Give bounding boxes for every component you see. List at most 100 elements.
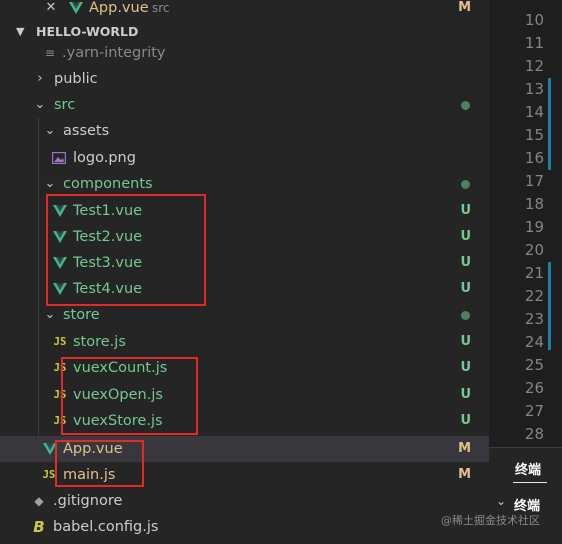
untracked-badge: U <box>460 360 471 375</box>
vue-icon <box>52 198 68 224</box>
tree-item-test3-vue[interactable]: Test3.vue U <box>0 250 489 276</box>
line-number: 11 <box>524 34 544 52</box>
file-label: App.vue <box>63 441 123 457</box>
open-editor-label: App.vue <box>89 0 149 16</box>
tree-item-main-js[interactable]: JS main.js M <box>0 462 489 488</box>
file-label: .gitignore <box>53 493 123 509</box>
line-number: 17 <box>524 172 544 190</box>
untracked-badge: U <box>460 281 471 296</box>
chevron-down-icon: ⌄ <box>34 97 46 112</box>
file-label: .yarn-integrity <box>62 45 166 61</box>
line-number: 12 <box>524 57 544 75</box>
js-icon: JS <box>53 362 67 374</box>
js-icon: JS <box>42 469 56 481</box>
line-number: 16 <box>524 149 544 167</box>
tree-item-test2-vue[interactable]: Test2.vue U <box>0 224 489 250</box>
untracked-badge: U <box>460 334 471 349</box>
file-label: Test1.vue <box>73 203 143 219</box>
editor-gutter: 10 11 12 13 14 15 16 17 18 19 20 21 22 23 24 25 26 27 28 <box>489 0 562 447</box>
file-label: store.js <box>73 334 126 350</box>
chevron-down-icon: ⌄ <box>44 307 56 322</box>
folder-label: assets <box>63 123 110 139</box>
folder-label: src <box>54 97 76 113</box>
tree-item-vuex-count-js[interactable]: JS vuexCount.js U <box>0 355 489 381</box>
line-number: 13 <box>524 80 544 98</box>
file-lines-icon: ≡ <box>44 46 56 60</box>
line-number: 22 <box>524 287 544 305</box>
file-label: vuexOpen.js <box>73 387 163 403</box>
vue-icon <box>52 250 68 276</box>
file-label: vuexCount.js <box>73 360 168 376</box>
chevron-down-icon: ⌄ <box>496 494 507 508</box>
modified-dot <box>461 311 470 320</box>
folder-label: store <box>63 307 100 323</box>
untracked-badge: U <box>460 203 471 218</box>
untracked-badge: U <box>460 229 471 244</box>
vue-icon <box>52 224 68 250</box>
vue-icon <box>52 276 68 302</box>
file-label: Test2.vue <box>73 229 143 245</box>
untracked-badge: U <box>460 413 471 428</box>
open-editor-app-vue[interactable]: ✕ App.vue src M <box>0 0 489 21</box>
tree-item-store[interactable]: ⌄ store <box>0 302 489 328</box>
line-number: 25 <box>524 356 544 374</box>
line-number: 19 <box>524 218 544 236</box>
modified-dot <box>461 180 470 189</box>
tree-item-public[interactable]: › public <box>0 66 489 92</box>
line-number: 24 <box>524 333 544 351</box>
tree-item-components[interactable]: ⌄ components <box>0 171 489 197</box>
chevron-down-icon: ⌄ <box>44 123 56 138</box>
js-icon: JS <box>53 336 67 348</box>
line-number: 21 <box>524 264 544 282</box>
tab-terminal[interactable]: 终端 <box>515 459 541 478</box>
line-number: 14 <box>524 103 544 121</box>
git-icon: ◆ <box>34 494 44 508</box>
untracked-badge: U <box>460 255 471 270</box>
file-label: main.js <box>63 467 116 483</box>
tree-item-babel-config-js[interactable]: B babel.config.js <box>0 514 489 540</box>
chevron-right-icon: › <box>37 71 43 86</box>
file-label: babel.config.js <box>53 519 159 535</box>
image-icon <box>51 145 67 171</box>
file-label: vuexStore.js <box>73 413 163 429</box>
explorer-panel: ✕ App.vue src M ▼ HELLO-WORLD ≡ .yarn-in… <box>0 0 489 543</box>
line-number: 20 <box>524 241 544 259</box>
tree-item-logo-png[interactable]: logo.png <box>0 145 489 171</box>
line-number: 15 <box>524 126 544 144</box>
folder-label: public <box>54 71 98 87</box>
open-editor-folder: src <box>152 1 170 15</box>
tree-item-gitignore[interactable]: ◆ .gitignore <box>0 488 489 514</box>
line-number: 18 <box>524 195 544 213</box>
tree-item-store-js[interactable]: JS store.js U <box>0 329 489 355</box>
watermark: @稀土掘金技术社区 <box>441 514 540 527</box>
js-icon: JS <box>53 389 67 401</box>
modified-dot <box>461 101 470 110</box>
tree-item-vuex-open-js[interactable]: JS vuexOpen.js U <box>0 382 489 408</box>
tree-item-test1-vue[interactable]: Test1.vue U <box>0 198 489 224</box>
close-icon[interactable]: ✕ <box>44 0 58 21</box>
tree-item-test4-vue[interactable]: Test4.vue U <box>0 276 489 302</box>
git-change-marker <box>548 262 551 350</box>
tab-active-indicator <box>513 482 547 483</box>
tree-item-yarn-integrity[interactable]: ≡ .yarn-integrity <box>0 40 489 66</box>
chevron-down-icon: ⌄ <box>44 176 56 191</box>
line-number: 27 <box>524 402 544 420</box>
file-label: logo.png <box>73 150 136 166</box>
line-number: 26 <box>524 379 544 397</box>
modified-badge: M <box>458 441 471 456</box>
modified-badge: M <box>458 0 471 15</box>
line-number: 23 <box>524 310 544 328</box>
modified-badge: M <box>458 467 471 482</box>
line-number: 10 <box>524 11 544 29</box>
vue-icon <box>42 436 58 462</box>
untracked-badge: U <box>460 387 471 402</box>
git-change-marker <box>548 78 551 170</box>
js-icon: JS <box>53 415 67 427</box>
tree-item-src[interactable]: ⌄ src <box>0 92 489 118</box>
line-number: 28 <box>524 425 544 443</box>
tree-item-assets[interactable]: ⌄ assets <box>0 118 489 144</box>
tree-item-app-vue[interactable]: App.vue M <box>0 436 489 462</box>
babel-icon: B <box>33 518 45 536</box>
file-label: Test3.vue <box>73 255 143 271</box>
tree-item-vuex-store-js[interactable]: JS vuexStore.js U <box>0 408 489 434</box>
